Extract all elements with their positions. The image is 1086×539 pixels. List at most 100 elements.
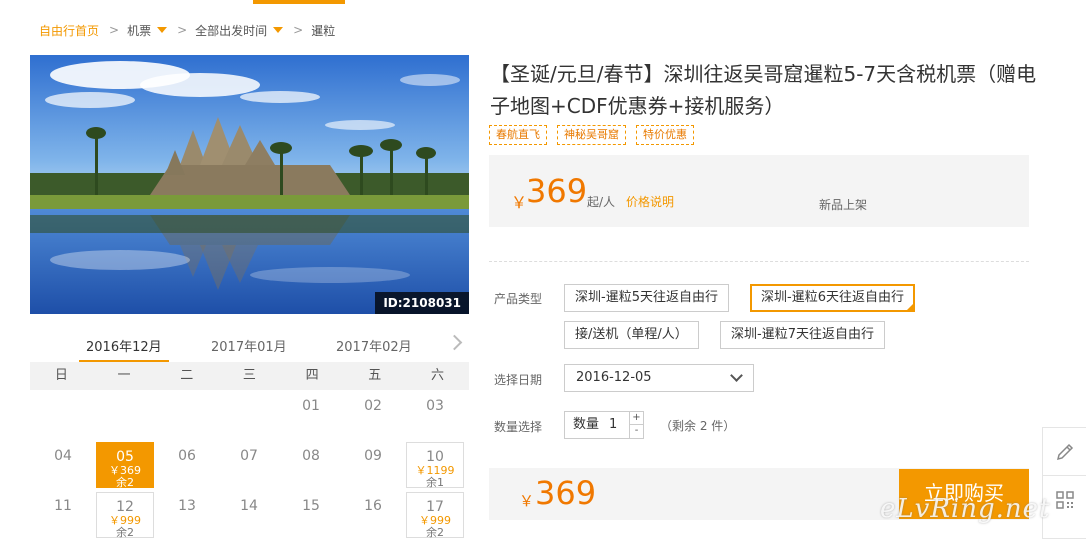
breadcrumb-item-departure-time[interactable]: 全部出发时间 bbox=[195, 22, 267, 39]
product-hero-image: ID:2108031 bbox=[30, 55, 469, 314]
tab-month-2017-02[interactable]: 2017年02月 bbox=[336, 336, 412, 355]
calendar-grid: 01 02 03 04 05 ￥369 余2 06 07 08 09 10 ￥1… bbox=[30, 390, 469, 539]
day-number: 05 bbox=[116, 449, 134, 465]
product-tag: 特价优惠 bbox=[636, 125, 694, 145]
decrement-button[interactable]: - bbox=[629, 425, 643, 438]
quantity-label: 数量选择 bbox=[494, 420, 543, 434]
angkor-wat-illustration bbox=[30, 55, 469, 314]
calendar-day: 09 bbox=[344, 442, 402, 488]
weekday-mon: 一 bbox=[117, 368, 131, 383]
day-number: 12 bbox=[116, 499, 134, 515]
calendar-day: 01 bbox=[282, 392, 340, 438]
calendar-day: 03 bbox=[406, 392, 464, 438]
caret-down-icon[interactable] bbox=[273, 27, 284, 33]
breadcrumb: 自由行首页 > 机票 > 全部出发时间 > 暹粒 bbox=[39, 21, 335, 39]
product-tags: 春航直飞 神秘吴哥窟 特价优惠 bbox=[489, 125, 694, 145]
quantity-text: 数量 bbox=[573, 417, 600, 432]
date-select-value: 2016-12-05 bbox=[576, 370, 652, 385]
select-date-label: 选择日期 bbox=[494, 373, 543, 387]
breadcrumb-item-destination: 暹粒 bbox=[311, 23, 336, 38]
divider bbox=[489, 261, 1029, 262]
caret-down-icon[interactable] bbox=[157, 27, 168, 33]
option-type-transfer[interactable]: 接/送机（单程/人） bbox=[564, 321, 699, 349]
calendar-day: 08 bbox=[282, 442, 340, 488]
total-price: 369 bbox=[535, 474, 597, 512]
new-product-label: 新品上架 bbox=[819, 198, 868, 212]
site-watermark: eLvRing.net bbox=[880, 494, 1051, 524]
date-select[interactable]: 2016-12-05 bbox=[564, 364, 754, 392]
weekday-fri: 五 bbox=[368, 368, 382, 383]
option-type-5-day[interactable]: 深圳-暹粒5天往返自由行 bbox=[564, 284, 729, 312]
breadcrumb-separator: > bbox=[109, 23, 120, 37]
price-explain-link[interactable]: 价格说明 bbox=[626, 193, 674, 210]
day-number: 09 bbox=[364, 448, 382, 464]
day-stock: 余2 bbox=[116, 526, 134, 539]
weekday-wed: 三 bbox=[242, 368, 256, 383]
breadcrumb-separator: > bbox=[293, 23, 304, 37]
weekday-sat: 六 bbox=[430, 368, 444, 383]
tab-month-2016-12[interactable]: 2016年12月 bbox=[86, 336, 162, 355]
day-number: 14 bbox=[240, 498, 258, 514]
price-value: 369 bbox=[526, 172, 588, 210]
calendar-day: 15 bbox=[282, 492, 340, 538]
product-type-label: 产品类型 bbox=[494, 292, 543, 306]
calendar-day: 06 bbox=[158, 442, 216, 488]
qr-code-icon bbox=[1056, 491, 1074, 509]
currency-symbol: ￥ bbox=[519, 492, 535, 510]
calendar-day: 16 bbox=[344, 492, 402, 538]
calendar-day: 07 bbox=[220, 442, 278, 488]
day-stock: 余1 bbox=[426, 476, 444, 489]
day-number: 07 bbox=[240, 448, 258, 464]
chevron-right-icon[interactable] bbox=[449, 334, 461, 352]
product-tag: 春航直飞 bbox=[489, 125, 547, 145]
weekday-sun: 日 bbox=[54, 368, 68, 383]
pencil-icon bbox=[1056, 443, 1074, 460]
calendar-day-available[interactable]: 10 ￥1199 余1 bbox=[406, 442, 464, 489]
weekday-tue: 二 bbox=[180, 368, 194, 383]
product-tag: 神秘吴哥窟 bbox=[557, 125, 626, 145]
day-number: 10 bbox=[426, 449, 444, 465]
day-number: 02 bbox=[364, 398, 382, 414]
calendar-day-available[interactable]: 17 ￥999 余2 bbox=[406, 492, 464, 539]
option-type-7-day[interactable]: 深圳-暹粒7天往返自由行 bbox=[720, 321, 885, 349]
calendar-day: 11 bbox=[34, 492, 92, 538]
product-id-badge: ID:2108031 bbox=[375, 292, 469, 314]
top-nav-accent bbox=[253, 0, 345, 4]
chevron-down-icon bbox=[730, 369, 743, 382]
day-number: 17 bbox=[426, 499, 444, 515]
day-number: 01 bbox=[302, 398, 320, 414]
day-number: 08 bbox=[302, 448, 320, 464]
calendar-day-available[interactable]: 12 ￥999 余2 bbox=[96, 492, 154, 539]
day-number: 13 bbox=[178, 498, 196, 514]
weekday-thu: 四 bbox=[305, 368, 319, 383]
currency-symbol: ￥ bbox=[511, 193, 528, 212]
calendar-day: 04 bbox=[34, 442, 92, 488]
price-unit: 起/人 bbox=[587, 195, 616, 209]
breadcrumb-separator: > bbox=[177, 23, 188, 37]
product-title: 【圣诞/元旦/春节】深圳往返吴哥窟暹粒5-7天含税机票（赠电子地图+CDF优惠券… bbox=[490, 62, 1037, 118]
tab-month-2017-01[interactable]: 2017年01月 bbox=[211, 336, 287, 355]
day-number: 06 bbox=[178, 448, 196, 464]
day-number: 03 bbox=[426, 398, 444, 414]
day-number: 16 bbox=[364, 498, 382, 514]
calendar-day: 13 bbox=[158, 492, 216, 538]
day-number: 15 bbox=[302, 498, 320, 514]
day-stock: 余2 bbox=[116, 476, 134, 489]
breadcrumb-item-flights[interactable]: 机票 bbox=[127, 22, 151, 39]
breadcrumb-home-link[interactable]: 自由行首页 bbox=[39, 22, 99, 39]
calendar-month-tabs: 2016年12月 2017年01月 2017年02月 bbox=[30, 330, 469, 363]
day-number: 04 bbox=[54, 448, 72, 464]
quantity-value[interactable]: 1 bbox=[609, 412, 617, 438]
quantity-stepper[interactable]: 数量 1 + - bbox=[564, 411, 644, 439]
increment-button[interactable]: + bbox=[629, 412, 643, 425]
calendar-day-selected[interactable]: 05 ￥369 余2 bbox=[96, 442, 154, 489]
calendar-weekday-header: 日 一 二 三 四 五 六 bbox=[30, 362, 469, 390]
remaining-stock: （剩余 2 件） bbox=[660, 419, 736, 433]
day-number: 11 bbox=[54, 498, 72, 514]
option-type-6-day-selected[interactable]: 深圳-暹粒6天往返自由行 bbox=[750, 284, 915, 312]
calendar-day: 14 bbox=[220, 492, 278, 538]
edit-feedback-button[interactable] bbox=[1043, 428, 1086, 476]
day-stock: 余2 bbox=[426, 526, 444, 539]
price-panel: ￥ 369 起/人 价格说明 新品上架 bbox=[489, 155, 1029, 227]
calendar-day: 02 bbox=[344, 392, 402, 438]
